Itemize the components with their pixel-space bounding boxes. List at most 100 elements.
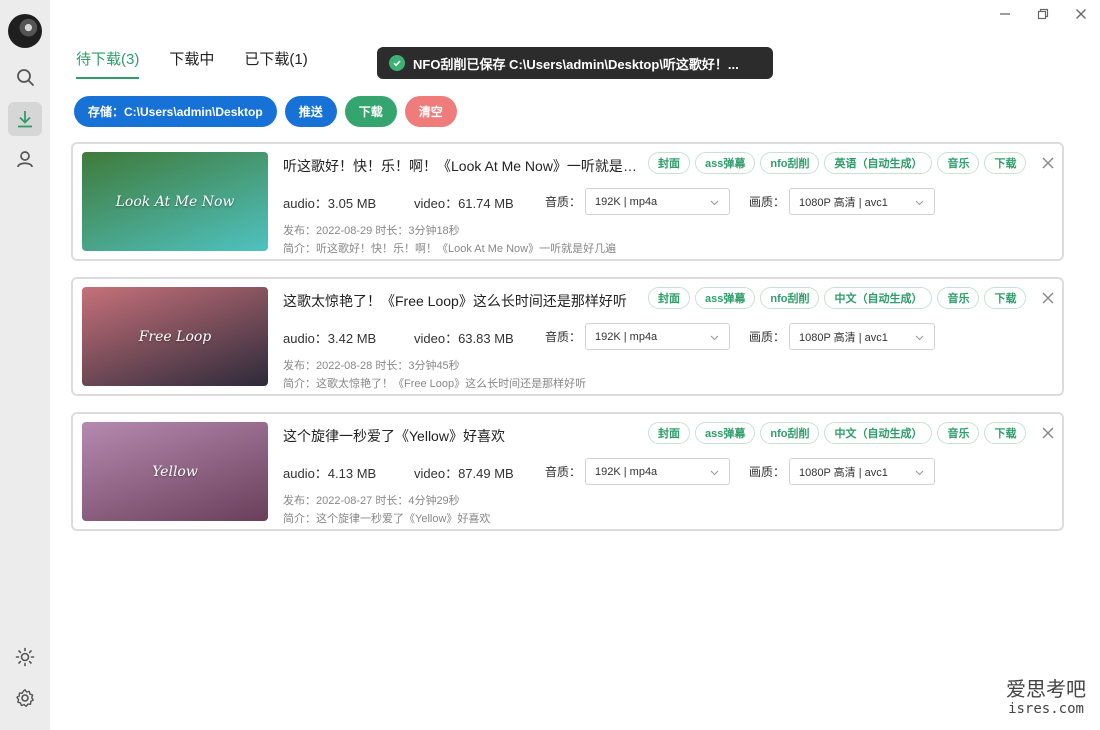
- tag-cover[interactable]: 封面: [648, 422, 690, 444]
- video-thumbnail[interactable]: Yellow: [82, 422, 268, 521]
- tag-group: 封面 ass弹幕 nfo刮削 英语（自动生成） 音乐 下载: [648, 152, 1027, 174]
- tab-pending[interactable]: 待下载(3): [76, 48, 140, 79]
- sidebar-item-user[interactable]: [8, 142, 42, 176]
- audio-quality-value: 192K | mp4a: [595, 195, 658, 208]
- tab-downloading[interactable]: 下载中: [169, 48, 214, 79]
- download-all-button[interactable]: 下载: [344, 96, 397, 127]
- chevron-down-icon: [710, 335, 719, 341]
- video-title: 听这歌好！快！乐！啊！《Look At Me Now》一听就是好几遍: [283, 158, 638, 174]
- tag-music[interactable]: 音乐: [937, 152, 980, 174]
- video-size: video：63.83 MB: [414, 331, 514, 346]
- publish-info: 发布：2022-08-27 时长：4分钟29秒: [283, 495, 460, 507]
- thumbnail-title: Yellow: [152, 463, 198, 480]
- tag-danmaku[interactable]: ass弹幕: [695, 287, 756, 309]
- thumbnail-title: Free Loop: [138, 328, 212, 345]
- tag-music[interactable]: 音乐: [937, 287, 980, 309]
- audio-size: audio：3.05 MB: [283, 196, 377, 211]
- list-item: Look At Me Now 听这歌好！快！乐！啊！《Look At Me No…: [71, 142, 1064, 261]
- minimize-button[interactable]: [992, 4, 1018, 24]
- close-icon: [1076, 9, 1086, 19]
- tag-download[interactable]: 下载: [984, 287, 1027, 309]
- search-icon: [17, 69, 34, 86]
- remove-item-button[interactable]: [1041, 426, 1055, 440]
- publish-info: 发布：2022-08-29 时长：3分钟18秒: [283, 225, 460, 237]
- restore-icon: [1037, 8, 1049, 20]
- audio-size: audio：3.42 MB: [283, 331, 377, 346]
- tab-downloaded[interactable]: 已下载(1): [244, 48, 307, 79]
- file-sizes: audio：4.13 MB video：87.49 MB: [283, 463, 514, 482]
- tag-subtitle[interactable]: 中文（自动生成）: [824, 422, 933, 444]
- settings-button[interactable]: [8, 681, 42, 715]
- video-quality-label: 画质：: [749, 465, 786, 479]
- watermark: 爱思考吧 isres.com: [1006, 680, 1086, 716]
- video-size: video：87.49 MB: [414, 466, 514, 481]
- push-button[interactable]: 推送: [284, 96, 337, 127]
- tag-danmaku[interactable]: ass弹幕: [695, 152, 756, 174]
- tag-download[interactable]: 下载: [984, 422, 1027, 444]
- video-size: video：61.74 MB: [414, 196, 514, 211]
- tag-subtitle[interactable]: 中文（自动生成）: [824, 287, 933, 309]
- video-title: 这歌太惊艳了！《Free Loop》这么长时间还是那样好听: [283, 293, 627, 309]
- audio-quality-select[interactable]: 192K | mp4a: [585, 458, 730, 485]
- close-icon: [1042, 157, 1054, 169]
- video-quality-select[interactable]: 1080P 高清 | avc1: [789, 323, 935, 350]
- video-quality-label: 画质：: [749, 330, 786, 344]
- sidebar: [0, 0, 50, 730]
- file-sizes: audio：3.42 MB video：63.83 MB: [283, 328, 514, 347]
- list-item: Free Loop 这歌太惊艳了！《Free Loop》这么长时间还是那样好听 …: [71, 277, 1064, 396]
- tag-subtitle[interactable]: 英语（自动生成）: [824, 152, 933, 174]
- close-icon: [1042, 427, 1054, 439]
- close-icon: [1042, 292, 1054, 304]
- action-bar: 存储：C:\Users\admin\Desktop 推送 下载 清空: [74, 96, 457, 127]
- publish-info: 发布：2022-08-28 时长：3分钟45秒: [283, 360, 460, 372]
- video-quality-value: 1080P 高清 | avc1: [799, 331, 888, 344]
- chevron-down-icon: [915, 335, 924, 341]
- audio-quality-select[interactable]: 192K | mp4a: [585, 188, 730, 215]
- minimize-icon: [1000, 13, 1010, 15]
- theme-toggle[interactable]: [8, 640, 42, 674]
- intro-text: 简介：这歌太惊艳了！《Free Loop》这么长时间还是那样好听: [283, 378, 587, 390]
- tag-cover[interactable]: 封面: [648, 287, 690, 309]
- remove-item-button[interactable]: [1041, 291, 1055, 305]
- tag-cover[interactable]: 封面: [648, 152, 690, 174]
- watermark-site: isres.com: [1008, 701, 1084, 717]
- video-thumbnail[interactable]: Look At Me Now: [82, 152, 268, 251]
- tag-music[interactable]: 音乐: [937, 422, 980, 444]
- user-icon: [17, 151, 33, 168]
- tag-download[interactable]: 下载: [984, 152, 1027, 174]
- list-item: Yellow 这个旋律一秒爱了《Yellow》好喜欢 封面 ass弹幕 nfo刮…: [71, 412, 1064, 531]
- avatar[interactable]: [8, 14, 42, 48]
- intro-text: 简介：这个旋律一秒爱了《Yellow》好喜欢: [283, 513, 491, 525]
- download-icon: [18, 111, 32, 128]
- video-title: 这个旋律一秒爱了《Yellow》好喜欢: [283, 428, 505, 444]
- tag-nfo[interactable]: nfo刮削: [760, 422, 820, 444]
- tab-bar: 待下载(3) 下载中 已下载(1): [76, 48, 308, 79]
- video-thumbnail[interactable]: Free Loop: [82, 287, 268, 386]
- storage-path-button[interactable]: 存储：C:\Users\admin\Desktop: [74, 96, 277, 127]
- clear-button[interactable]: 清空: [404, 96, 457, 127]
- tag-danmaku[interactable]: ass弹幕: [695, 422, 756, 444]
- sidebar-item-search[interactable]: [8, 60, 42, 94]
- video-quality-value: 1080P 高清 | avc1: [799, 466, 888, 479]
- tag-nfo[interactable]: nfo刮削: [760, 287, 820, 309]
- audio-quality-value: 192K | mp4a: [595, 465, 658, 478]
- close-window-button[interactable]: [1068, 4, 1094, 24]
- remove-item-button[interactable]: [1041, 156, 1055, 170]
- thumbnail-title: Look At Me Now: [115, 193, 235, 210]
- video-quality-select[interactable]: 1080P 高清 | avc1: [789, 458, 935, 485]
- sun-icon: [15, 647, 35, 667]
- maximize-button[interactable]: [1030, 4, 1056, 24]
- toast-message: NFO刮削已保存 C:\Users\admin\Desktop\听这歌好！...: [413, 56, 739, 72]
- watermark-title: 爱思考吧: [1006, 679, 1086, 701]
- chevron-down-icon: [915, 470, 924, 476]
- tag-group: 封面 ass弹幕 nfo刮削 中文（自动生成） 音乐 下载: [648, 287, 1027, 309]
- audio-size: audio：4.13 MB: [283, 466, 377, 481]
- audio-quality-label: 音质：: [545, 465, 582, 479]
- audio-quality-select[interactable]: 192K | mp4a: [585, 323, 730, 350]
- video-quality-label: 画质：: [749, 195, 786, 209]
- video-quality-select[interactable]: 1080P 高清 | avc1: [789, 188, 935, 215]
- tag-nfo[interactable]: nfo刮削: [760, 152, 820, 174]
- chevron-down-icon: [710, 200, 719, 206]
- sidebar-item-download[interactable]: [8, 102, 42, 136]
- check-icon: [389, 55, 405, 71]
